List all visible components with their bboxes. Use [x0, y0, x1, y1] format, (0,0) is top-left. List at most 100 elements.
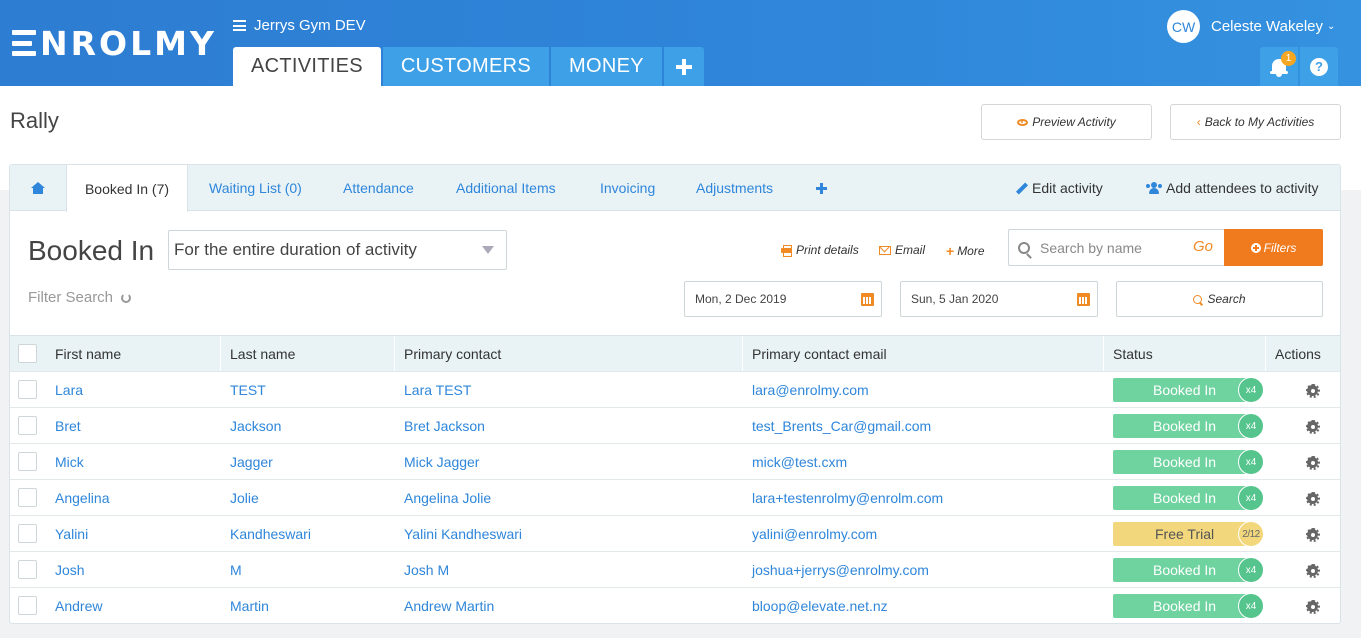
tab-waiting-list[interactable]: Waiting List (0) [209, 165, 302, 211]
status-badge[interactable]: Booked In [1113, 378, 1253, 402]
primary-contact-email-link[interactable]: bloop@elevate.net.nz [752, 588, 888, 623]
tab-activities[interactable]: ACTIVITIES [233, 47, 381, 86]
logo-text: NROLMY [40, 23, 217, 63]
tab-home[interactable] [10, 165, 66, 211]
edit-activity-link[interactable]: Edit activity [1016, 165, 1103, 211]
column-status[interactable]: Status [1113, 336, 1153, 372]
filter-search[interactable]: Filter Search [28, 289, 132, 306]
end-date-field[interactable]: Sun, 5 Jan 2020 [900, 281, 1098, 317]
gear-icon[interactable] [1305, 383, 1320, 398]
status-badge[interactable]: Booked In [1113, 594, 1253, 618]
gear-icon[interactable] [1305, 527, 1320, 542]
last-name-link[interactable]: M [230, 552, 242, 588]
primary-contact-email-link[interactable]: lara@enrolmy.com [752, 372, 869, 408]
last-name-link[interactable]: Jolie [230, 480, 259, 516]
last-name-link[interactable]: Jackson [230, 408, 281, 444]
last-name-link[interactable]: Martin [230, 588, 269, 623]
start-date-field[interactable]: Mon, 2 Dec 2019 [684, 281, 882, 317]
add-subtab-button[interactable] [816, 165, 827, 211]
calendar-icon[interactable] [1077, 293, 1090, 306]
row-checkbox[interactable] [18, 380, 37, 399]
primary-contact-email-link[interactable]: joshua+jerrys@enrolmy.com [752, 552, 929, 588]
search-box [1008, 229, 1224, 266]
column-actions: Actions [1275, 346, 1321, 362]
page-title: Rally [10, 108, 59, 133]
status-badge[interactable]: Free Trial [1113, 522, 1253, 546]
tab-invoicing[interactable]: Invoicing [600, 165, 655, 211]
gear-icon[interactable] [1305, 491, 1320, 506]
primary-contact-link[interactable]: Lara TEST [404, 372, 471, 408]
row-checkbox[interactable] [18, 488, 37, 507]
gear-icon[interactable] [1305, 419, 1320, 434]
email-link[interactable]: Email [879, 243, 925, 257]
user-menu[interactable]: CW Celeste Wakeley ⌄ [1167, 10, 1335, 43]
back-to-activities-button[interactable]: ‹ Back to My Activities [1170, 104, 1341, 140]
tab-additional-items[interactable]: Additional Items [456, 165, 556, 211]
primary-contact-link[interactable]: Josh M [404, 552, 449, 588]
select-all-checkbox[interactable] [18, 344, 37, 363]
search-button[interactable]: Search [1116, 281, 1323, 317]
tab-customers[interactable]: CUSTOMERS [382, 47, 550, 86]
status-badge[interactable]: Booked In [1113, 414, 1253, 438]
print-details-link[interactable]: Print details [781, 243, 859, 257]
primary-contact-link[interactable]: Andrew Martin [404, 588, 494, 623]
status-badge[interactable]: Booked In [1113, 558, 1253, 582]
primary-contact-link[interactable]: Bret Jackson [404, 408, 485, 444]
add-attendees-link[interactable]: Add attendees to activity [1146, 165, 1319, 211]
row-checkbox[interactable] [18, 524, 37, 543]
search-input[interactable] [1040, 239, 1180, 256]
row-checkbox[interactable] [18, 596, 37, 615]
column-first-name[interactable]: First name [55, 336, 121, 372]
column-last-name[interactable]: Last name [230, 336, 295, 372]
print-details-label: Print details [796, 243, 859, 257]
primary-contact-email-link[interactable]: test_Brents_Car@gmail.com [752, 408, 931, 444]
primary-contact-link[interactable]: Yalini Kandheswari [404, 516, 522, 552]
go-button[interactable]: Go [1193, 238, 1213, 255]
gear-icon[interactable] [1305, 455, 1320, 470]
tab-adjustments[interactable]: Adjustments [696, 165, 773, 211]
last-name-link[interactable]: Kandheswari [230, 516, 311, 552]
last-name-link[interactable]: TEST [230, 372, 266, 408]
preview-activity-button[interactable]: Preview Activity [981, 104, 1152, 140]
duration-value: For the entire duration of activity [174, 240, 417, 259]
first-name-link[interactable]: Mick [55, 444, 84, 480]
more-link[interactable]: + More [946, 243, 985, 259]
status-count-badge: 2/12 [1238, 521, 1264, 547]
primary-contact-email-link[interactable]: lara+testenrolmy@enrolm.com [752, 480, 943, 516]
first-name-link[interactable]: Angelina [55, 480, 110, 516]
row-checkbox[interactable] [18, 452, 37, 471]
last-name-link[interactable]: Jagger [230, 444, 273, 480]
row-checkbox[interactable] [18, 416, 37, 435]
calendar-icon[interactable] [861, 293, 874, 306]
gear-icon[interactable] [1305, 599, 1320, 614]
duration-select[interactable]: For the entire duration of activity [168, 230, 507, 270]
first-name-link[interactable]: Yalini [55, 516, 88, 552]
status-count-badge: x4 [1238, 557, 1264, 583]
gear-icon[interactable] [1305, 563, 1320, 578]
primary-contact-email-link[interactable]: yalini@enrolmy.com [752, 516, 877, 552]
first-name-link[interactable]: Bret [55, 408, 81, 444]
status-badge[interactable]: Booked In [1113, 450, 1253, 474]
help-button[interactable]: ? [1300, 47, 1338, 86]
row-checkbox[interactable] [18, 560, 37, 579]
column-primary-contact-email[interactable]: Primary contact email [752, 336, 887, 372]
first-name-link[interactable]: Josh [55, 552, 85, 588]
first-name-link[interactable]: Lara [55, 372, 83, 408]
gym-name: Jerrys Gym DEV [254, 17, 366, 34]
primary-contact-link[interactable]: Mick Jagger [404, 444, 479, 480]
add-tab-button[interactable] [663, 47, 704, 86]
hamburger-icon [233, 20, 246, 31]
enrolmy-logo[interactable]: NROLMY [12, 24, 217, 63]
tab-booked-in[interactable]: Booked In (7) [66, 165, 188, 212]
gym-selector[interactable]: Jerrys Gym DEV [233, 17, 366, 34]
reset-icon[interactable] [121, 292, 132, 303]
tab-attendance[interactable]: Attendance [343, 165, 414, 211]
primary-contact-link[interactable]: Angelina Jolie [404, 480, 491, 516]
column-primary-contact[interactable]: Primary contact [404, 336, 501, 372]
primary-contact-email-link[interactable]: mick@test.cxm [752, 444, 847, 480]
first-name-link[interactable]: Andrew [55, 588, 102, 623]
tab-money[interactable]: MONEY [551, 47, 662, 86]
status-badge[interactable]: Booked In [1113, 486, 1253, 510]
filters-button[interactable]: Filters [1224, 229, 1323, 266]
back-label: Back to My Activities [1204, 115, 1315, 129]
